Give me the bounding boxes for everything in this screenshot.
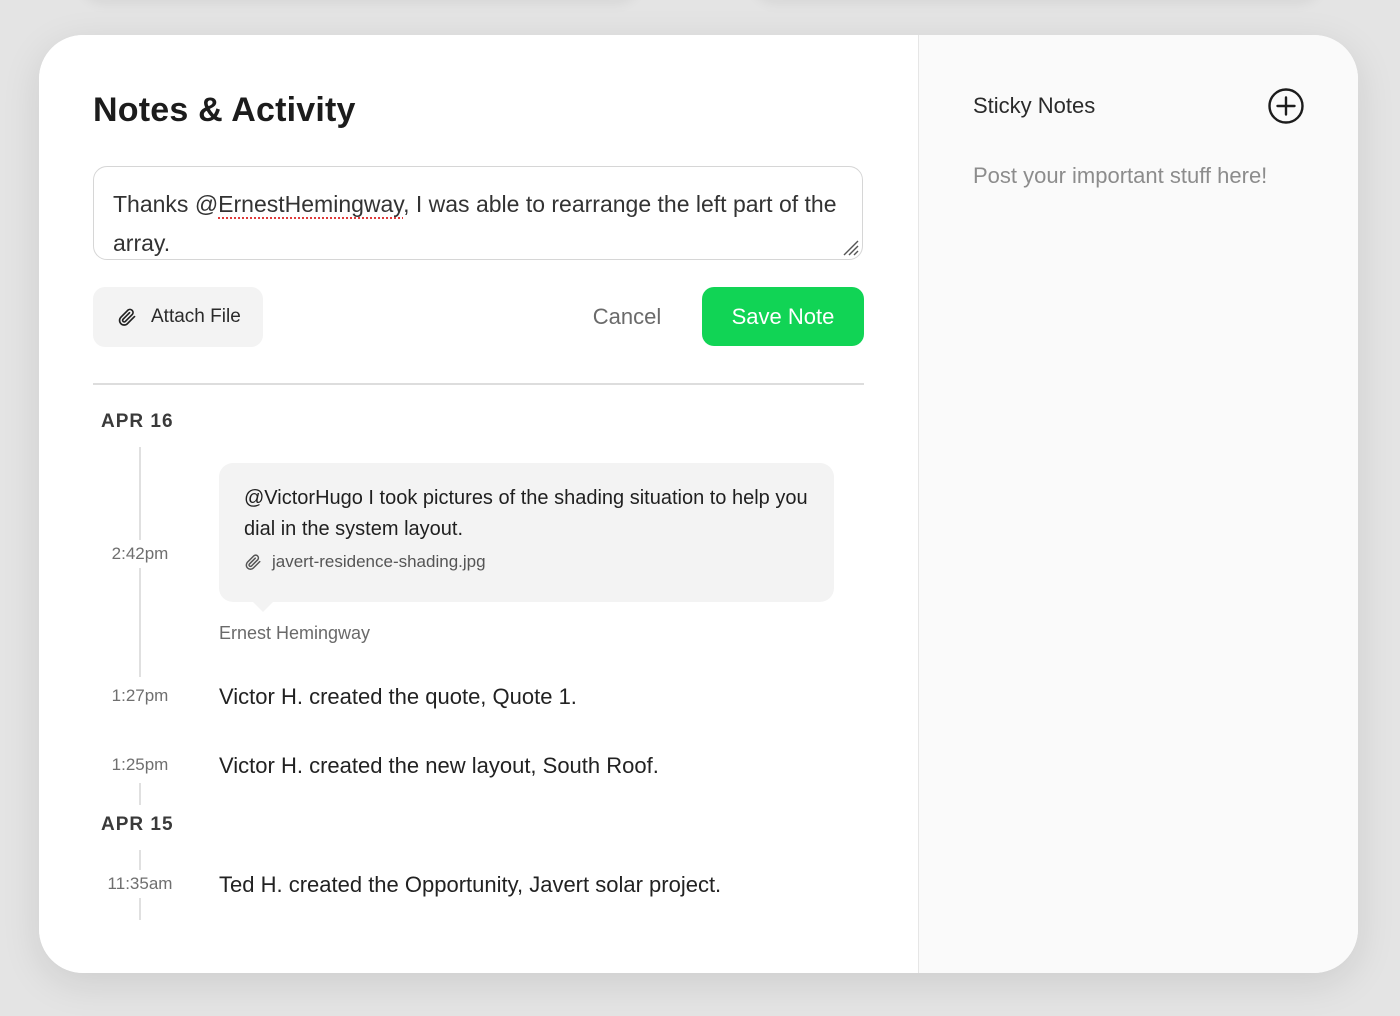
note-text-before: Thanks @ xyxy=(113,191,219,217)
activity-text: Victor H. created the quote, Quote 1. xyxy=(219,684,577,709)
note-bubble-text: @VictorHugo I took pictures of the shadi… xyxy=(244,487,808,540)
paperclip-icon xyxy=(117,306,137,328)
sticky-notes-panel: Sticky Notes Post your important stuff h… xyxy=(918,35,1358,973)
note-mention: ErnestHemingway xyxy=(218,191,404,217)
activity-text: Ted H. created the Opportunity, Javert s… xyxy=(219,872,722,897)
attach-file-button[interactable]: Attach File xyxy=(93,287,263,347)
date-label: APR 16 xyxy=(101,411,174,432)
cancel-button[interactable]: Cancel xyxy=(579,287,675,347)
sticky-notes-title: Sticky Notes xyxy=(973,93,1096,118)
sticky-notes-empty-text: Post your important stuff here! xyxy=(973,163,1268,188)
entry-time: 11:35am xyxy=(99,870,181,898)
attach-file-label: Attach File xyxy=(151,306,241,327)
note-author: Ernest Hemingway xyxy=(219,623,371,643)
divider xyxy=(93,383,864,385)
paperclip-icon xyxy=(244,552,262,572)
entry-time: 2:42pm xyxy=(99,540,181,568)
note-input[interactable]: Thanks @ErnestHemingway, I was able to r… xyxy=(93,166,863,260)
timeline-line xyxy=(139,783,141,805)
activity-text: Victor H. created the new layout, South … xyxy=(219,753,659,778)
resize-handle-icon[interactable] xyxy=(841,238,859,256)
entry-time: 1:25pm xyxy=(99,751,181,779)
notes-activity-card: Notes & Activity Thanks @ErnestHemingway… xyxy=(39,35,1358,973)
attachment-link[interactable]: javert-residence-shading.jpg xyxy=(244,552,810,572)
notes-main-panel: Notes & Activity Thanks @ErnestHemingway… xyxy=(39,35,918,973)
add-sticky-note-icon[interactable] xyxy=(1267,87,1305,125)
page-title: Notes & Activity xyxy=(93,91,356,129)
entry-time: 1:27pm xyxy=(99,682,181,710)
date-label: APR 15 xyxy=(101,814,174,835)
attachment-filename: javert-residence-shading.jpg xyxy=(272,552,486,571)
save-note-button[interactable]: Save Note xyxy=(702,287,864,346)
note-bubble: @VictorHugo I took pictures of the shadi… xyxy=(219,463,834,612)
